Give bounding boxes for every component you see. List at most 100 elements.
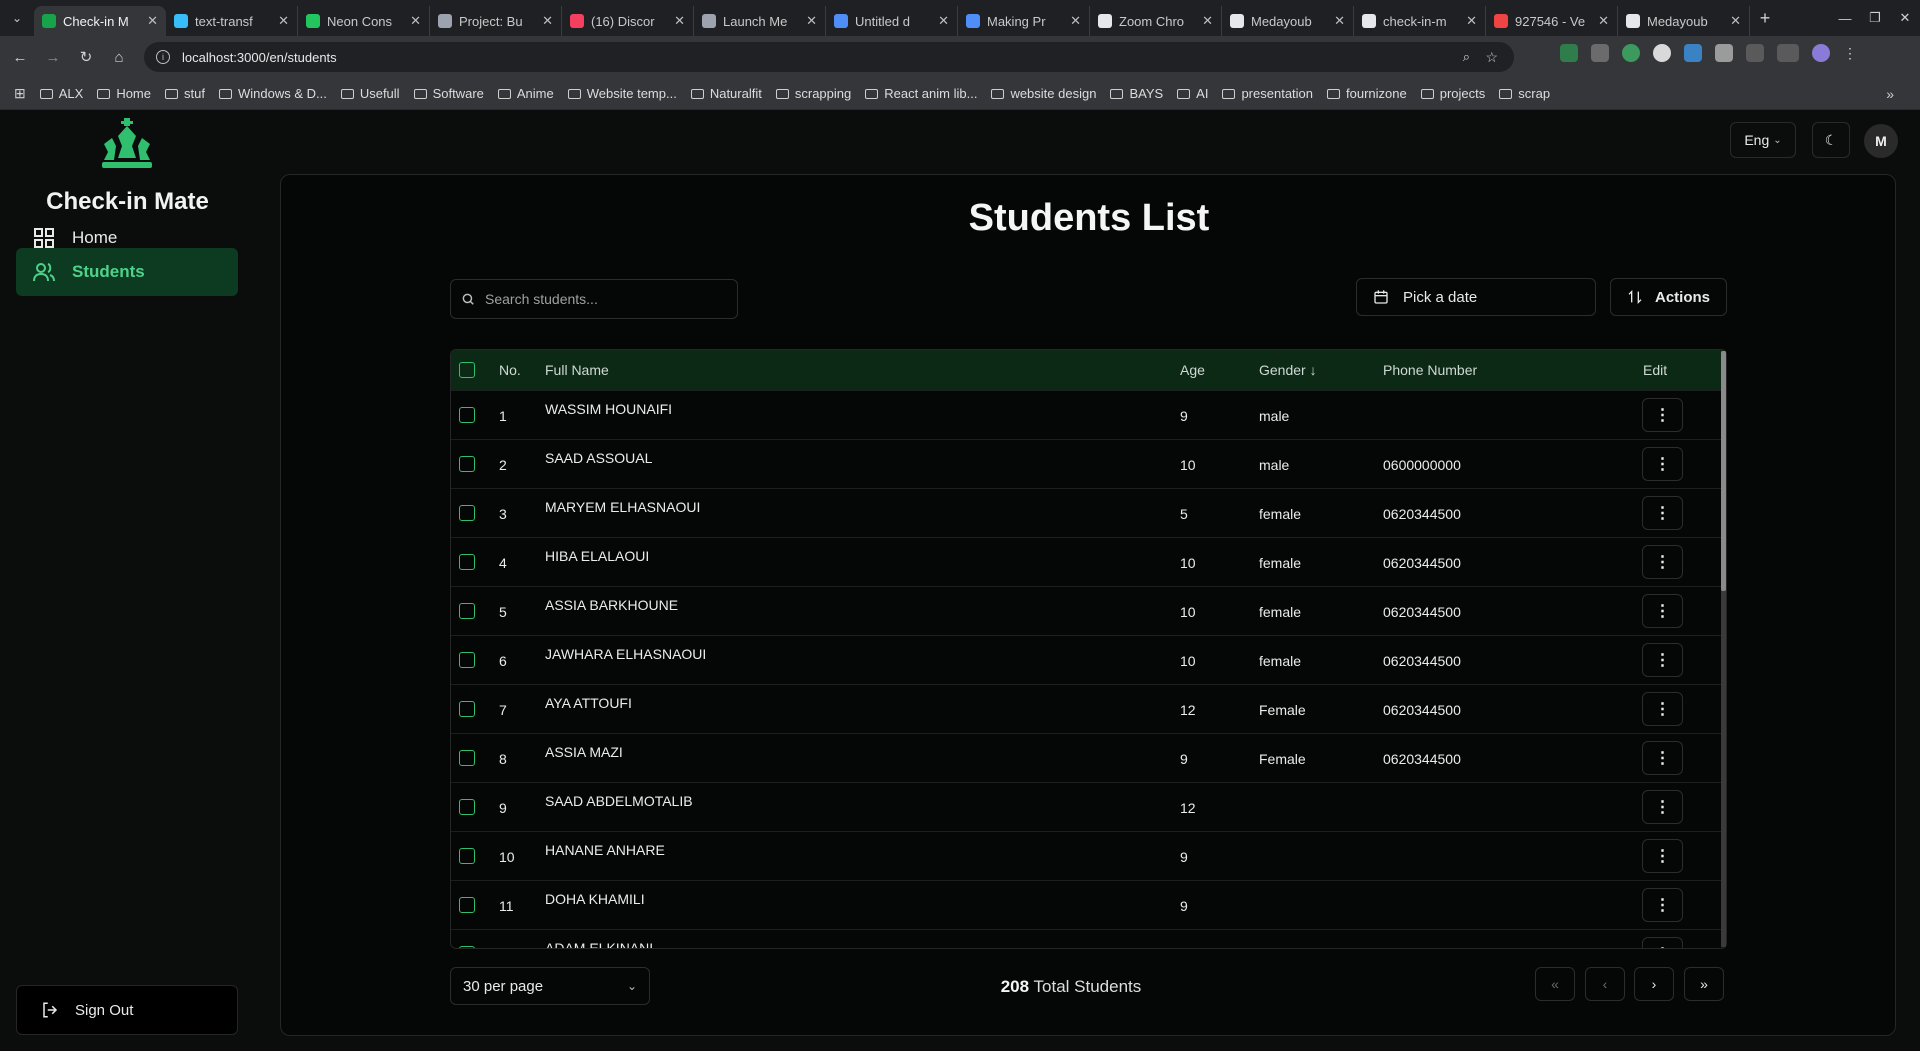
back-icon[interactable]: ← — [7, 44, 33, 70]
minimize-icon[interactable]: — — [1830, 11, 1860, 26]
search-input[interactable] — [485, 291, 725, 307]
row-checkbox[interactable] — [459, 407, 475, 423]
zoom-icon[interactable]: ⌕ — [1463, 49, 1470, 65]
row-edit-button[interactable]: ⋮ — [1642, 594, 1683, 628]
bookmark-item[interactable]: BAYS — [1110, 86, 1163, 101]
restore-icon[interactable]: ❐ — [1860, 10, 1890, 26]
row-edit-button[interactable]: ⋮ — [1642, 790, 1683, 824]
table-row[interactable]: 1 WASSIM HOUNAIFI 9 male ⋮ — [451, 390, 1726, 439]
tab-search-icon[interactable]: ⌄ — [0, 0, 34, 36]
site-info-icon[interactable]: i — [156, 50, 170, 64]
actions-button[interactable]: Actions — [1610, 278, 1727, 316]
close-tab-icon[interactable]: ✕ — [1466, 13, 1477, 29]
per-page-select[interactable]: 30 per page ⌄ — [450, 967, 650, 1005]
puzzle-icon[interactable] — [1746, 44, 1764, 62]
bookmark-star-icon[interactable]: ☆ — [1485, 49, 1498, 66]
browser-tab[interactable]: Making Pr ✕ — [958, 6, 1090, 36]
row-checkbox[interactable] — [459, 456, 475, 472]
home-icon[interactable]: ⌂ — [106, 44, 132, 70]
profile-icon[interactable] — [1812, 44, 1830, 62]
next-page-button[interactable]: › — [1634, 967, 1674, 1001]
extension-icon[interactable] — [1560, 44, 1578, 62]
bookmark-item[interactable]: Usefull — [340, 86, 400, 101]
browser-tab[interactable]: Zoom Chro ✕ — [1090, 6, 1222, 36]
bookmark-item[interactable]: ALX — [39, 86, 83, 101]
column-header-age[interactable]: Age — [1180, 362, 1205, 378]
row-edit-button[interactable]: ⋮ — [1642, 496, 1683, 530]
apps-icon[interactable]: ⊞ — [14, 85, 26, 102]
row-edit-button[interactable]: ⋮ — [1642, 888, 1683, 922]
more-bookmarks-icon[interactable]: » — [1886, 86, 1894, 102]
row-checkbox[interactable] — [459, 652, 475, 668]
bookmark-item[interactable]: stuf — [165, 86, 205, 101]
extension-icon[interactable] — [1715, 44, 1733, 62]
address-bar[interactable]: i localhost:3000/en/students ⌕ ☆ — [144, 42, 1514, 72]
row-checkbox[interactable] — [459, 701, 475, 717]
table-row[interactable]: 2 SAAD ASSOUAL 10 male 0600000000 ⋮ — [451, 439, 1726, 488]
column-header-name[interactable]: Full Name — [545, 362, 609, 378]
table-row[interactable]: 9 SAAD ABDELMOTALIB 12 ⋮ — [451, 782, 1726, 831]
select-all-checkbox[interactable] — [459, 362, 475, 378]
date-picker-button[interactable]: Pick a date — [1356, 278, 1596, 316]
table-row[interactable]: 7 AYA ATTOUFI 12 Female 0620344500 ⋮ — [451, 684, 1726, 733]
close-tab-icon[interactable]: ✕ — [674, 13, 685, 29]
table-row[interactable]: 6 JAWHARA ELHASNAOUI 10 female 0620344500 ⋮ — [451, 635, 1726, 684]
reload-icon[interactable]: ↻ — [73, 44, 99, 70]
row-edit-button[interactable]: ⋮ — [1642, 839, 1683, 873]
row-checkbox[interactable] — [459, 603, 475, 619]
row-edit-button[interactable]: ⋮ — [1642, 545, 1683, 579]
browser-tab[interactable]: Check-in M ✕ — [34, 6, 166, 36]
bookmark-item[interactable]: Naturalfit — [690, 86, 762, 101]
row-edit-button[interactable]: ⋮ — [1642, 741, 1683, 775]
close-tab-icon[interactable]: ✕ — [147, 13, 158, 29]
extension-icon[interactable] — [1653, 44, 1671, 62]
prev-page-button[interactable]: ‹ — [1585, 967, 1625, 1001]
browser-tab[interactable]: Medayoub ✕ — [1222, 6, 1354, 36]
avatar[interactable]: M — [1864, 124, 1898, 158]
url-text[interactable]: localhost:3000/en/students — [182, 50, 337, 65]
row-checkbox[interactable] — [459, 505, 475, 521]
row-edit-button[interactable]: ⋮ — [1642, 398, 1683, 432]
browser-tab[interactable]: check-in-m ✕ — [1354, 6, 1486, 36]
row-checkbox[interactable] — [459, 946, 475, 948]
row-edit-button[interactable]: ⋮ — [1642, 937, 1683, 948]
close-tab-icon[interactable]: ✕ — [278, 13, 289, 29]
browser-tab[interactable]: Medayoub ✕ — [1618, 6, 1750, 36]
row-checkbox[interactable] — [459, 750, 475, 766]
column-header-gender[interactable]: Gender ↓ — [1259, 362, 1317, 378]
last-page-button[interactable]: » — [1684, 967, 1724, 1001]
table-row[interactable]: 10 HANANE ANHARE 9 ⋮ — [451, 831, 1726, 880]
table-row[interactable]: 11 DOHA KHAMILI 9 ⋮ — [451, 880, 1726, 929]
close-tab-icon[interactable]: ✕ — [1070, 13, 1081, 29]
sign-out-button[interactable]: Sign Out — [16, 985, 238, 1035]
bookmark-item[interactable]: Anime — [497, 86, 554, 101]
row-checkbox[interactable] — [459, 897, 475, 913]
bookmark-item[interactable]: Windows & D... — [218, 86, 327, 101]
theme-toggle-button[interactable]: ☾ — [1812, 122, 1850, 158]
table-scrollbar-thumb[interactable] — [1721, 351, 1726, 591]
close-tab-icon[interactable]: ✕ — [542, 13, 553, 29]
bookmark-item[interactable]: scrap — [1499, 86, 1550, 101]
close-tab-icon[interactable]: ✕ — [410, 13, 421, 29]
browser-tab[interactable]: Neon Cons ✕ — [298, 6, 430, 36]
row-checkbox[interactable] — [459, 554, 475, 570]
close-tab-icon[interactable]: ✕ — [1202, 13, 1213, 29]
bookmark-item[interactable]: website design — [991, 86, 1096, 101]
bookmark-item[interactable]: fournizone — [1327, 86, 1407, 101]
close-tab-icon[interactable]: ✕ — [938, 13, 949, 29]
table-row[interactable]: 5 ASSIA BARKHOUNE 10 female 0620344500 ⋮ — [451, 586, 1726, 635]
new-tab-button[interactable]: + — [1750, 8, 1780, 29]
password-icon[interactable] — [1777, 44, 1799, 62]
search-box[interactable] — [450, 279, 738, 319]
browser-tab[interactable]: text-transf ✕ — [166, 6, 298, 36]
browser-tab[interactable]: (16) Discor ✕ — [562, 6, 694, 36]
extension-icon[interactable] — [1684, 44, 1702, 62]
browser-tab[interactable]: Launch Me ✕ — [694, 6, 826, 36]
browser-tab[interactable]: Project: Bu ✕ — [430, 6, 562, 36]
sidebar-item-students[interactable]: Students — [16, 248, 238, 296]
extension-icon[interactable] — [1591, 44, 1609, 62]
close-window-icon[interactable]: ✕ — [1890, 10, 1920, 26]
table-row[interactable]: 3 MARYEM ELHASNAOUI 5 female 0620344500 ⋮ — [451, 488, 1726, 537]
bookmark-item[interactable]: presentation — [1222, 86, 1313, 101]
table-row[interactable]: 8 ASSIA MAZI 9 Female 0620344500 ⋮ — [451, 733, 1726, 782]
